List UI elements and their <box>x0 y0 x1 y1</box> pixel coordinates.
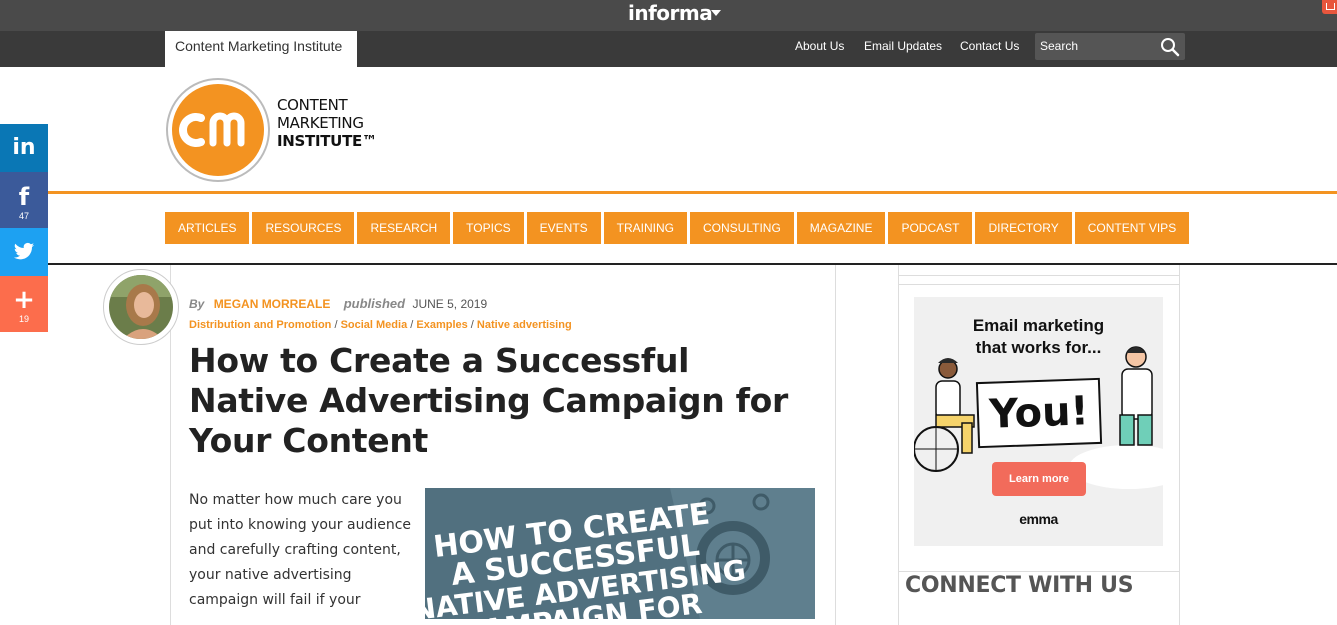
nav-topics[interactable]: TOPICS <box>453 212 524 244</box>
contact-us-link[interactable]: Contact Us <box>960 39 1019 53</box>
sidebar-divider <box>898 275 1180 285</box>
search-icon[interactable] <box>1160 37 1180 57</box>
author-link[interactable]: MEGAN MORREALE <box>214 297 331 311</box>
main-nav: ARTICLES RESOURCES RESEARCH TOPICS EVENT… <box>165 212 1190 244</box>
header-divider <box>48 191 1337 194</box>
download-icon[interactable] <box>1322 0 1337 14</box>
twitter-share-button[interactable] <box>0 228 48 276</box>
author-avatar[interactable] <box>103 269 179 345</box>
plus-icon: + <box>13 285 35 315</box>
about-us-link[interactable]: About Us <box>795 39 844 53</box>
facebook-icon: f <box>18 183 30 211</box>
author-portrait <box>109 275 173 339</box>
utility-bar: Content Marketing Institute About Us Ema… <box>0 31 1337 67</box>
logo-line: INSTITUTE™ <box>277 132 377 150</box>
nav-content-vips[interactable]: CONTENT VIPS <box>1074 212 1190 244</box>
nav-articles[interactable]: ARTICLES <box>165 212 250 244</box>
search-placeholder: Search <box>1040 39 1079 53</box>
article-title: How to Create a Successful Native Advert… <box>189 341 789 460</box>
author-photo <box>109 275 173 339</box>
logo-line: CONTENT <box>277 96 348 114</box>
nav-podcast[interactable]: PODCAST <box>888 212 973 244</box>
ad-brand-logo: emma <box>1019 511 1058 527</box>
email-updates-link[interactable]: Email Updates <box>864 39 942 53</box>
published-label: published <box>343 296 406 311</box>
sidebar-divider <box>899 571 1179 572</box>
ad-sign: You! <box>975 377 1103 449</box>
logo-line: MARKETING <box>277 114 364 132</box>
informa-bar: informa <box>0 0 1337 31</box>
facebook-share-count: 47 <box>18 211 29 221</box>
byline: By MEGAN MORREALE published JUNE 5, 2019 <box>189 296 487 311</box>
category-link[interactable]: Examples <box>416 319 467 331</box>
chevron-down-icon[interactable] <box>711 10 721 16</box>
logo-wordmark: CONTENT MARKETING INSTITUTE™ <box>277 96 377 150</box>
category-list: Distribution and Promotion / Social Medi… <box>189 319 572 331</box>
cmi-logo[interactable] <box>165 77 271 183</box>
nav-events[interactable]: EVENTS <box>526 212 601 244</box>
nav-consulting[interactable]: CONSULTING <box>690 212 794 244</box>
share-count: 19 <box>18 314 29 324</box>
emma-ad[interactable]: Email marketing that works for... You! L… <box>914 297 1163 546</box>
category-link[interactable]: Social Media <box>341 319 408 331</box>
linkedin-share-button[interactable]: in <box>0 124 48 172</box>
nav-training[interactable]: TRAINING <box>603 212 687 244</box>
learn-more-button[interactable]: Learn more <box>992 462 1086 496</box>
linkedin-icon: in <box>12 135 36 160</box>
nav-resources[interactable]: RESOURCES <box>252 212 355 244</box>
article-intro: No matter how much care you put into kno… <box>189 492 412 608</box>
category-link[interactable]: Native advertising <box>477 319 572 331</box>
publish-date: JUNE 5, 2019 <box>412 297 488 311</box>
nav-magazine[interactable]: MAGAZINE <box>796 212 886 244</box>
nav-directory[interactable]: DIRECTORY <box>975 212 1072 244</box>
twitter-icon <box>13 242 35 260</box>
informa-logo[interactable]: informa <box>628 1 713 25</box>
facebook-share-button[interactable]: f 47 <box>0 172 48 228</box>
article-hero-image: HOW TO CREATE A SUCCESSFUL NATIVE ADVERT… <box>425 488 815 619</box>
hero-graphic: HOW TO CREATE A SUCCESSFUL NATIVE ADVERT… <box>425 488 815 619</box>
category-link[interactable]: Distribution and Promotion <box>189 319 331 331</box>
connect-heading: CONNECT WITH US <box>905 573 1134 598</box>
nav-research[interactable]: RESEARCH <box>357 212 451 244</box>
by-label: By <box>189 297 205 311</box>
site-tab[interactable]: Content Marketing Institute <box>165 31 357 67</box>
search-input[interactable]: Search <box>1035 33 1185 60</box>
more-share-button[interactable]: + 19 <box>0 276 48 332</box>
